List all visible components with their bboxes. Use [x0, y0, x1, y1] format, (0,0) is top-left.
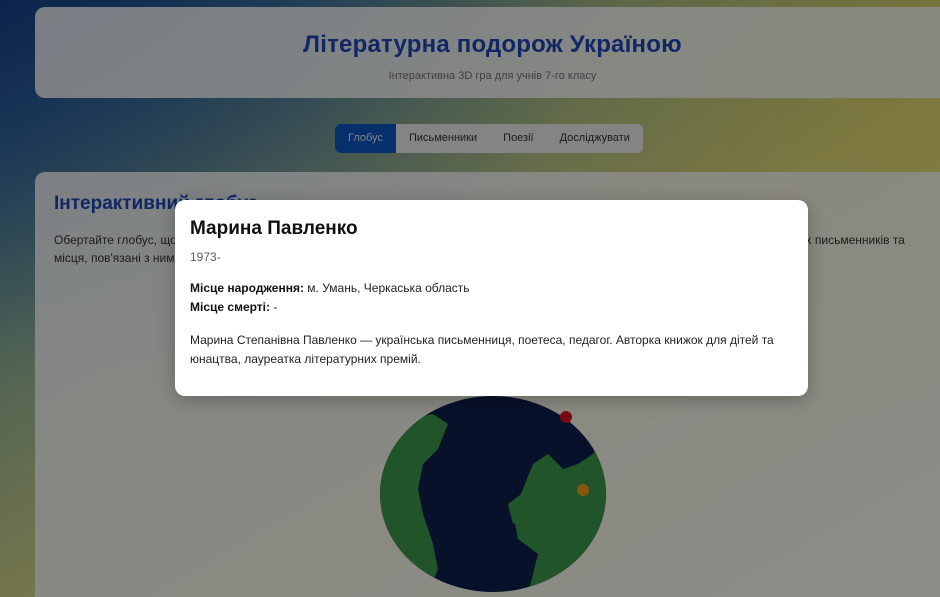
deathplace-row: Місце смерті: -	[190, 300, 277, 314]
writer-years: 1973-	[190, 250, 221, 264]
writer-name: Марина Павленко	[190, 218, 358, 239]
writer-info-modal: Марина Павленко 1973- Місце народження: …	[175, 200, 808, 396]
deathplace-value: -	[273, 300, 278, 314]
birthplace-label: Місце народження:	[190, 281, 304, 295]
writer-bio: Марина Степанівна Павленко — українська …	[190, 333, 774, 366]
deathplace-label: Місце смерті:	[190, 300, 270, 314]
birthplace-value: м. Умань, Черкаська область	[307, 281, 470, 295]
birthplace-row: Місце народження: м. Умань, Черкаська об…	[190, 281, 470, 295]
